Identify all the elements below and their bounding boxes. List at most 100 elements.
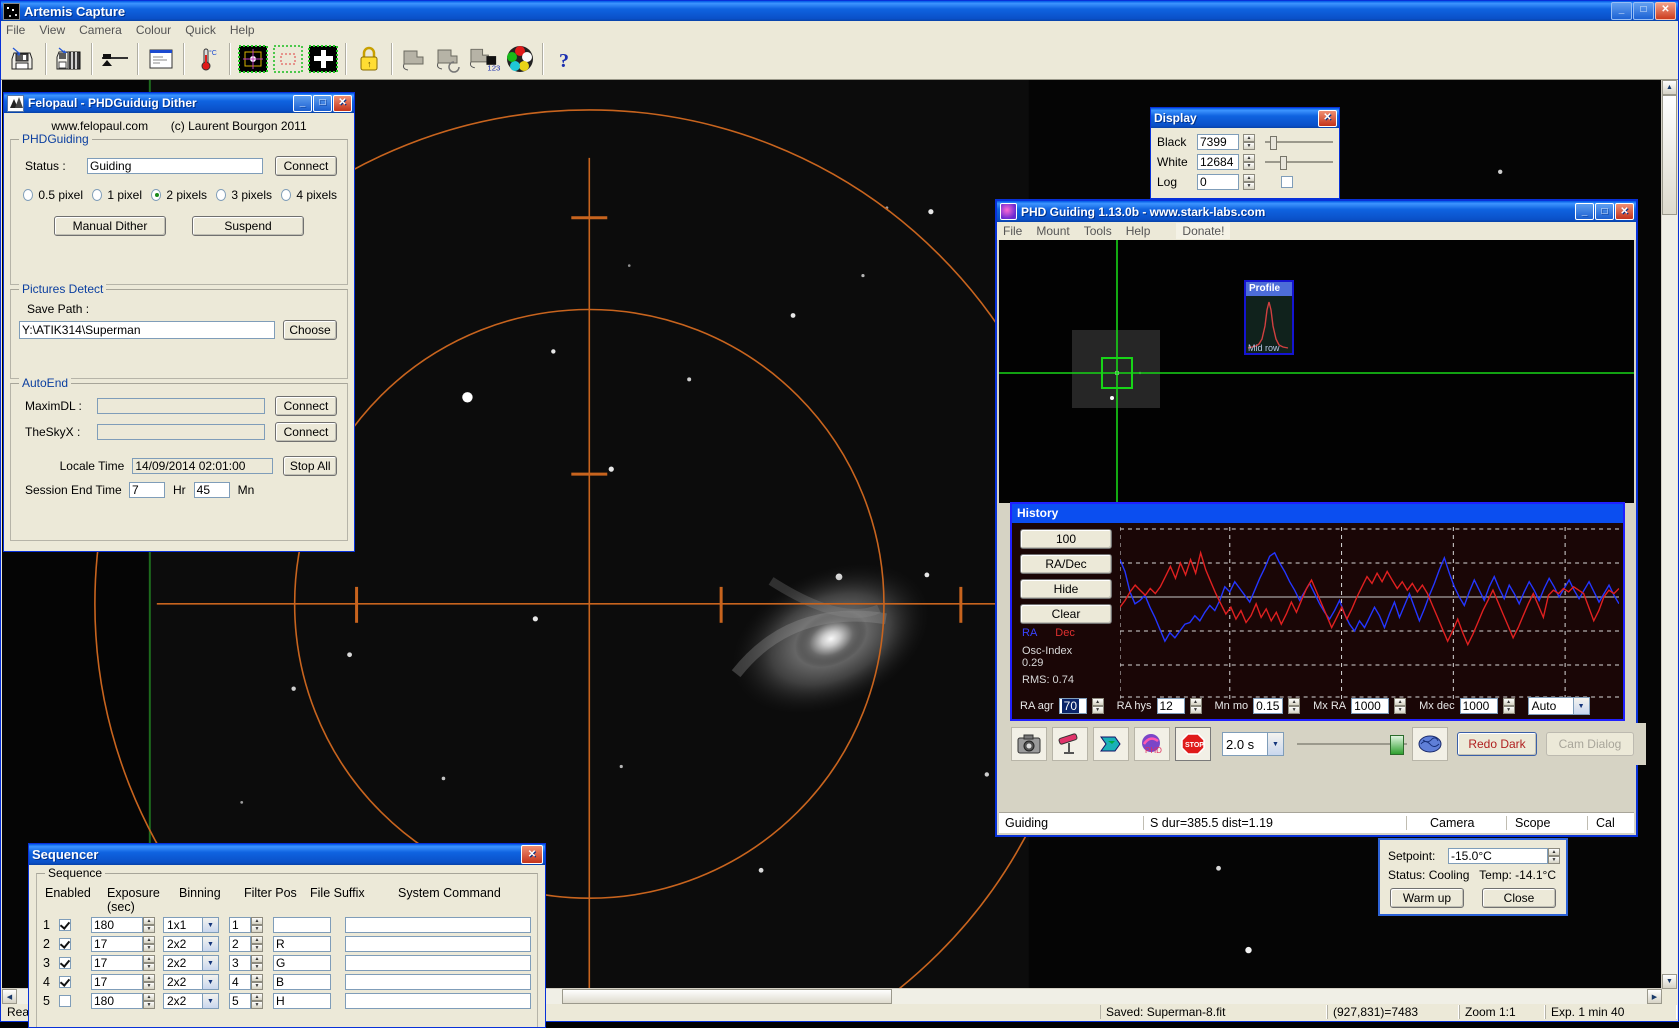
row-filter-spinner[interactable]: ▲▼	[251, 917, 263, 933]
display-black-value[interactable]: 7399	[1197, 134, 1239, 150]
row-suffix-field[interactable]	[273, 917, 331, 933]
ra-hys-field[interactable]: 12	[1157, 698, 1185, 714]
phd-minimize-button[interactable]: _	[1575, 203, 1594, 220]
artemis-close-button[interactable]: ✕	[1655, 2, 1676, 20]
ra-agr-spinner[interactable]: ▲▼	[1092, 698, 1104, 714]
row-enabled-checkbox[interactable]	[59, 995, 71, 1007]
display-white-slider[interactable]	[1265, 154, 1333, 170]
display-white-value[interactable]: 12684	[1197, 154, 1239, 170]
dither-radio-0.5px[interactable]	[23, 189, 33, 201]
display-log-value[interactable]: 0	[1197, 174, 1239, 190]
save-all-icon[interactable]	[53, 44, 84, 75]
phd-maximize-button[interactable]: □	[1595, 203, 1614, 220]
session-hours-field[interactable]: 7	[129, 482, 165, 498]
display-log-checkbox[interactable]	[1281, 176, 1293, 188]
row-command-field[interactable]	[345, 936, 531, 952]
phd-menu-file[interactable]: File	[1003, 224, 1022, 238]
preferences-icon[interactable]	[145, 44, 176, 75]
menu-item-file[interactable]: File	[6, 23, 25, 37]
dither-radio-2px[interactable]	[151, 189, 161, 201]
row-exposure-spinner[interactable]: ▲▼	[143, 936, 155, 952]
menu-item-camera[interactable]: Camera	[79, 23, 122, 37]
row-suffix-field[interactable]: G	[273, 955, 331, 971]
dither-radio-1px[interactable]	[92, 189, 102, 201]
display-black-spinner[interactable]: ▲▼	[1243, 134, 1255, 150]
ra-hys-spinner[interactable]: ▲▼	[1190, 698, 1202, 714]
scroll-left-button[interactable]: ◀	[2, 989, 17, 1004]
artemis-maximize-button[interactable]: □	[1633, 2, 1654, 20]
dither-radio-3px[interactable]	[216, 189, 226, 201]
slider-icon[interactable]	[99, 44, 130, 75]
camera-single-icon[interactable]	[399, 44, 430, 75]
row-binning-select[interactable]: 2x2▼	[163, 936, 219, 952]
row-enabled-checkbox[interactable]	[59, 938, 71, 950]
mx-ra-spinner[interactable]: ▲▼	[1394, 698, 1406, 714]
felopaul-minimize-button[interactable]: _	[293, 95, 312, 112]
display-log-spinner[interactable]: ▲▼	[1243, 174, 1255, 190]
crosshair-icon[interactable]	[307, 44, 338, 75]
status-value-field[interactable]: Guiding	[87, 158, 263, 174]
phd-menu-help[interactable]: Help	[1126, 224, 1151, 238]
camera-sequence-icon[interactable]: 123..	[469, 44, 500, 75]
row-filter-field[interactable]: 3	[229, 955, 251, 971]
save-path-input[interactable]: Y:\ATIK314\Superman	[19, 321, 275, 339]
ra-agr-field[interactable]: 70	[1059, 698, 1087, 714]
row-command-field[interactable]	[345, 974, 531, 990]
menu-item-quick[interactable]: Quick	[185, 23, 216, 37]
dither-radio-4px[interactable]	[281, 189, 291, 201]
row-binning-select[interactable]: 1x1▼	[163, 917, 219, 933]
camera-icon[interactable]	[1011, 727, 1047, 761]
row-exposure-spinner[interactable]: ▲▼	[143, 993, 155, 1009]
phd-connect-button[interactable]: Connect	[275, 156, 337, 176]
mx-dec-field[interactable]: 1000	[1460, 698, 1498, 714]
display-close-button[interactable]: ✕	[1318, 110, 1337, 127]
row-exposure-field[interactable]: 180	[91, 993, 143, 1009]
row-suffix-field[interactable]: R	[273, 936, 331, 952]
row-command-field[interactable]	[345, 917, 531, 933]
row-enabled-checkbox[interactable]	[59, 919, 71, 931]
artemis-minimize-button[interactable]: _	[1611, 2, 1632, 20]
scroll-right-button[interactable]: ▶	[1647, 989, 1662, 1004]
sequencer-close-button[interactable]: ✕	[521, 845, 543, 864]
redo-dark-button[interactable]: Redo Dark	[1457, 732, 1537, 756]
menu-item-help[interactable]: Help	[230, 23, 255, 37]
setpoint-spinner[interactable]: ▲▼	[1548, 848, 1560, 864]
history-clear-button[interactable]: Clear	[1020, 604, 1112, 624]
stop-icon[interactable]: STOP	[1175, 727, 1211, 761]
loop-icon[interactable]	[1093, 727, 1129, 761]
cooling-close-button[interactable]: Close	[1482, 888, 1556, 908]
row-enabled-checkbox[interactable]	[59, 976, 71, 988]
manual-dither-button[interactable]: Manual Dither	[54, 216, 166, 236]
phd-close-button[interactable]: ✕	[1615, 203, 1634, 220]
phd-star-icon[interactable]: PHD	[1134, 727, 1170, 761]
choose-button[interactable]: Choose	[283, 320, 337, 340]
row-filter-spinner[interactable]: ▲▼	[251, 974, 263, 990]
scroll-down-button[interactable]: ▼	[1662, 974, 1677, 989]
phd-guide-view[interactable]: Profile Mid row	[999, 240, 1634, 503]
mx-ra-field[interactable]: 1000	[1351, 698, 1389, 714]
felopaul-maximize-button[interactable]: □	[313, 95, 332, 112]
history-100-button[interactable]: 100	[1020, 529, 1112, 549]
theskyx-connect-button[interactable]: Connect	[275, 422, 337, 442]
row-exposure-field[interactable]: 180	[91, 917, 143, 933]
history-radec-button[interactable]: RA/Dec	[1020, 554, 1112, 574]
row-exposure-field[interactable]: 17	[91, 974, 143, 990]
mn-mo-spinner[interactable]: ▲▼	[1288, 698, 1300, 714]
row-exposure-spinner[interactable]: ▲▼	[143, 955, 155, 971]
row-exposure-spinner[interactable]: ▲▼	[143, 974, 155, 990]
row-filter-field[interactable]: 5	[229, 993, 251, 1009]
gain-slider[interactable]	[1297, 732, 1407, 756]
phd-menu-donate[interactable]: Donate!	[1176, 223, 1230, 239]
brain-icon[interactable]	[1412, 727, 1448, 761]
exposure-select[interactable]: 2.0 s ▼	[1222, 732, 1284, 756]
row-filter-field[interactable]: 4	[229, 974, 251, 990]
maximdl-connect-button[interactable]: Connect	[275, 396, 337, 416]
row-filter-spinner[interactable]: ▲▼	[251, 993, 263, 1009]
subframe-icon[interactable]	[272, 44, 303, 75]
save-icon[interactable]	[7, 44, 38, 75]
camera-loop-icon[interactable]	[434, 44, 465, 75]
lock-icon[interactable]: ↑	[353, 44, 384, 75]
row-suffix-field[interactable]: H	[273, 993, 331, 1009]
phd-menu-tools[interactable]: Tools	[1084, 224, 1112, 238]
row-suffix-field[interactable]: B	[273, 974, 331, 990]
